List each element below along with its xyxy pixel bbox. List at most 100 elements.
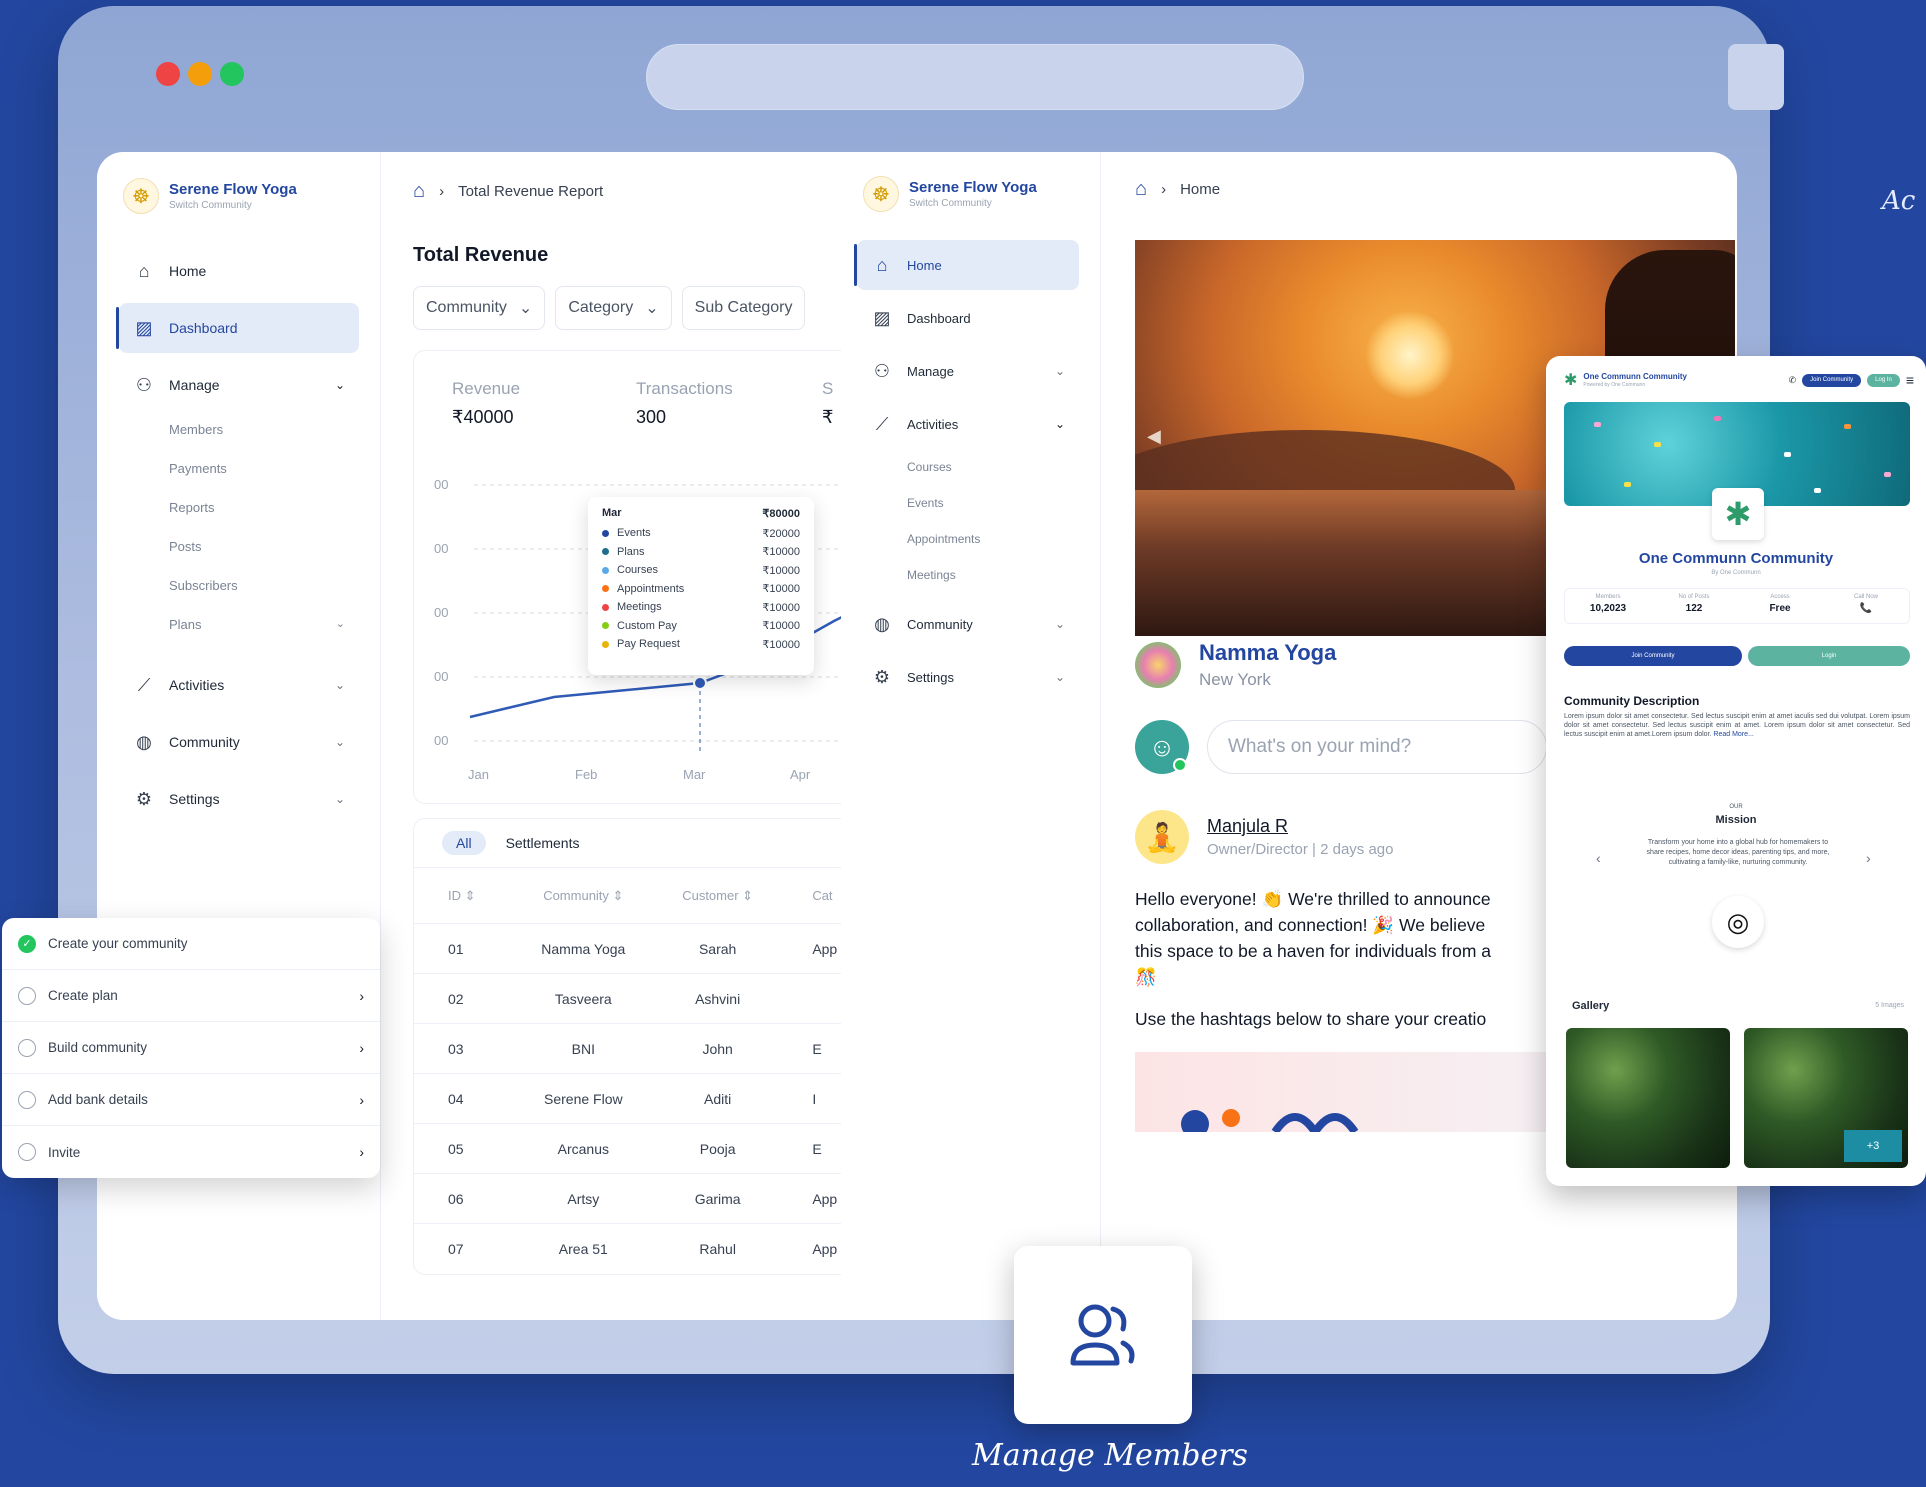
chevron-down-icon: ⌄ — [645, 300, 659, 317]
table-row[interactable]: 02 Tasveera Ashvini — [414, 974, 841, 1024]
cell-category: I — [812, 1090, 817, 1107]
sub-item-reports[interactable]: Reports — [119, 488, 359, 527]
sub-item-posts[interactable]: Posts — [119, 527, 359, 566]
chevron-left-icon[interactable]: ◀ — [1147, 426, 1161, 447]
checklist-item-bank-details[interactable]: Add bank details › — [2, 1074, 380, 1126]
join-community-button[interactable]: Join Community — [1564, 646, 1742, 666]
sidebar-item-dashboard[interactable]: ▨ Dashboard — [116, 303, 359, 353]
sidebar-item-activities[interactable]: ⟋ Activities ⌄ — [857, 399, 1079, 449]
mobile-login-button[interactable]: Log In — [1867, 373, 1900, 387]
checklist-item-invite[interactable]: Invite › — [2, 1126, 380, 1178]
minimize-window-dot[interactable] — [188, 62, 212, 86]
tooltip-total: ₹80000 — [762, 508, 800, 520]
stat-label: Members — [1595, 594, 1621, 600]
tooltip-row-value: ₹10000 — [762, 638, 800, 651]
cell-customer: Garima — [694, 1190, 741, 1207]
table-row[interactable]: 01 Namma Yoga Sarah App — [414, 924, 841, 974]
login-button[interactable]: Login — [1748, 646, 1910, 666]
sub-item-plans[interactable]: Plans ⌄ — [119, 605, 359, 644]
home-icon: ⌂ — [138, 260, 150, 281]
sub-item-events[interactable]: Events — [857, 485, 1079, 521]
address-bar[interactable] — [646, 44, 1304, 110]
sidebar-item-community[interactable]: ◍ Community ⌄ — [119, 717, 359, 767]
read-more-link[interactable]: Read More... — [1713, 731, 1753, 738]
sub-item-subscribers[interactable]: Subscribers — [119, 566, 359, 605]
community-filter[interactable]: Community ⌄ — [413, 286, 546, 330]
sidebar-item-manage[interactable]: ⚇ Manage ⌄ — [119, 360, 359, 410]
mobile-join-button[interactable]: Join Community — [1802, 373, 1862, 387]
sidebar-item-home[interactable]: ⌂ Home — [119, 246, 359, 296]
gallery-image[interactable] — [1566, 1028, 1730, 1168]
revenue-card: Revenue ₹40000 Transactions 300 S ₹ 00 00 0… — [413, 350, 841, 804]
home-icon[interactable]: ⌂ — [1135, 178, 1147, 201]
brand[interactable]: ☸ Serene Flow Yoga Switch Community — [863, 176, 1037, 212]
y-tick-label: 00 — [434, 669, 448, 684]
switch-community[interactable]: Switch Community — [909, 198, 1037, 209]
chevron-down-icon: ⌄ — [334, 735, 345, 749]
sidebar-item-home[interactable]: ⌂ Home — [854, 240, 1079, 290]
col-id-header[interactable]: ID ⇕ — [414, 888, 514, 904]
hamburger-menu-icon[interactable]: ≡ — [1906, 372, 1914, 388]
switch-community[interactable]: Switch Community — [169, 200, 297, 211]
sub-item-members[interactable]: Members — [119, 410, 359, 449]
tooltip-row-name: Custom Pay — [617, 619, 677, 632]
cell-id: 03 — [448, 1040, 464, 1057]
table-row[interactable]: 06 Artsy Garima App — [414, 1174, 841, 1224]
home-icon[interactable]: ⌂ — [413, 180, 425, 203]
table-row[interactable]: 03 BNI John E — [414, 1024, 841, 1074]
description-text: Lorem ipsum dolor sit amet consectetur. … — [1564, 712, 1910, 739]
checklist-item-build-community[interactable]: Build community › — [2, 1022, 380, 1074]
window-button[interactable] — [1728, 44, 1784, 110]
x-tick-label: Jan — [468, 767, 489, 782]
subcategory-filter[interactable]: Sub Category — [681, 286, 806, 330]
chevron-right-icon[interactable]: › — [1866, 850, 1871, 866]
sidebar-item-settings[interactable]: ⚙ Settings ⌄ — [119, 774, 359, 824]
checklist-item-create-community[interactable]: ✓ Create your community — [2, 918, 380, 970]
phone-icon[interactable]: ✆ — [1789, 375, 1797, 386]
gallery-image[interactable]: +3 — [1744, 1028, 1908, 1168]
spiral-icon: ◎ — [1712, 896, 1764, 948]
sub-item-label: Plans — [169, 617, 202, 632]
tooltip-row-value: ₹10000 — [762, 601, 800, 614]
cell-customer: Pooja — [699, 1140, 736, 1157]
maximize-window-dot[interactable] — [220, 62, 244, 86]
table-row[interactable]: 05 Arcanus Pooja E — [414, 1124, 841, 1174]
stat-call[interactable]: Call Now 📞 — [1823, 589, 1909, 623]
chevron-down-icon: ⌄ — [334, 792, 345, 806]
sub-item-appointments[interactable]: Appointments — [857, 521, 1079, 557]
tab-all[interactable]: All — [442, 831, 486, 855]
hover-point[interactable] — [693, 676, 707, 690]
tab-settlements[interactable]: Settlements — [506, 835, 580, 851]
col-community-header[interactable]: Community ⇕ — [514, 888, 653, 904]
tooltip-month: Mar — [602, 507, 622, 519]
cell-community: Artsy — [567, 1190, 600, 1207]
sidebar-item-settings[interactable]: ⚙ Settings ⌄ — [857, 652, 1079, 702]
brand[interactable]: ☸ Serene Flow Yoga Switch Community — [123, 178, 297, 214]
close-window-dot[interactable] — [156, 62, 180, 86]
checklist-label: Invite — [48, 1144, 81, 1160]
sub-item-payments[interactable]: Payments — [119, 449, 359, 488]
sidebar-item-label: Community — [907, 616, 973, 632]
chart-line-icon: ⟋ — [875, 413, 889, 434]
checklist-label: Build community — [48, 1040, 148, 1055]
table-row[interactable]: 04 Serene Flow Aditi I — [414, 1074, 841, 1124]
chevron-left-icon[interactable]: ‹ — [1596, 850, 1601, 866]
sidebar-item-community[interactable]: ◍ Community ⌄ — [857, 599, 1079, 649]
onboarding-checklist: ✓ Create your community Create plan › Bu… — [2, 918, 380, 1178]
more-images-badge[interactable]: +3 — [1844, 1130, 1902, 1162]
composer-input[interactable]: What's on your mind? — [1207, 720, 1547, 774]
col-customer-header[interactable]: Customer ⇕ — [653, 888, 782, 904]
sidebar-item-dashboard[interactable]: ▨ Dashboard — [857, 293, 1079, 343]
table-row[interactable]: 07 Area 51 Rahul App — [414, 1224, 841, 1274]
sub-item-meetings[interactable]: Meetings — [857, 557, 1079, 593]
sub-item-courses[interactable]: Courses — [857, 449, 1079, 485]
author-name[interactable]: Manjula R — [1207, 816, 1393, 837]
tooltip-row-value: ₹10000 — [762, 564, 800, 577]
sidebar-item-activities[interactable]: ⟋ Activities ⌄ — [119, 660, 359, 710]
community-name: Namma Yoga — [1199, 640, 1337, 665]
col-category-header[interactable]: Cat — [782, 888, 841, 903]
checklist-item-create-plan[interactable]: Create plan › — [2, 970, 380, 1022]
cell-customer: Aditi — [704, 1090, 732, 1107]
category-filter[interactable]: Category ⌄ — [555, 286, 672, 330]
sidebar-item-manage[interactable]: ⚇ Manage ⌄ — [857, 346, 1079, 396]
